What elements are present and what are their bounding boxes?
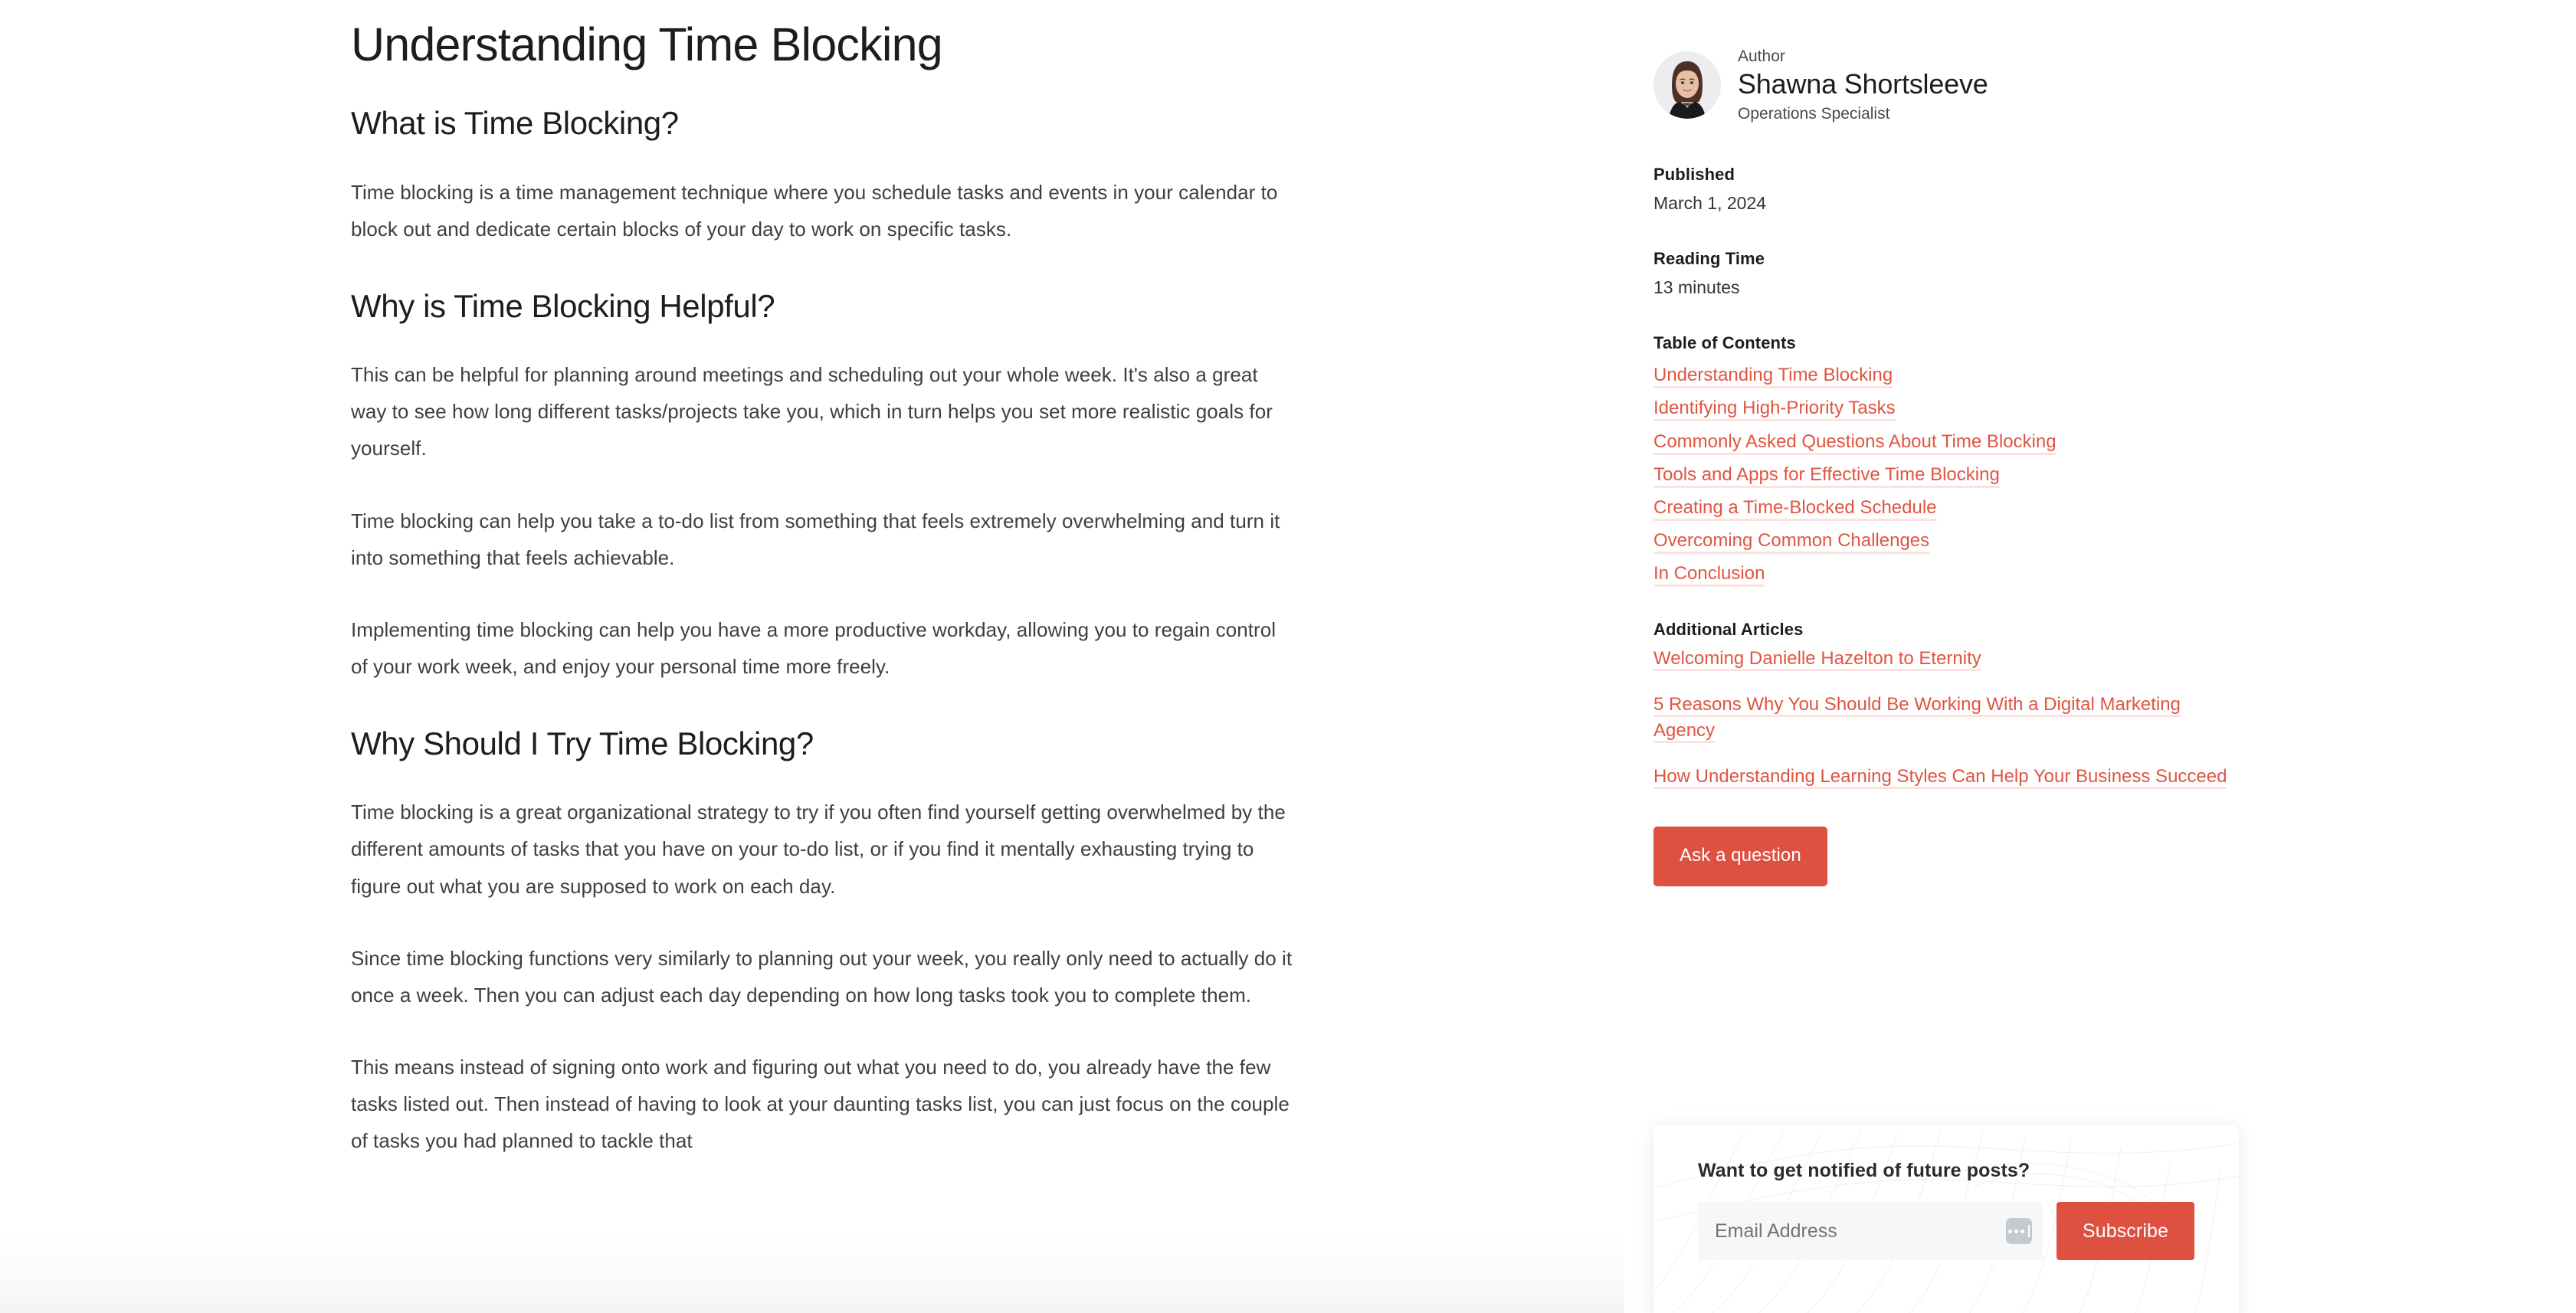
article-content: Understanding Time Blocking What is Time… [351, 0, 1293, 1159]
list-item: Understanding Time Blocking [1653, 362, 2243, 389]
list-item: In Conclusion [1653, 561, 2243, 587]
section-paragraph: Time blocking can help you take a to-do … [351, 509, 1280, 569]
subscribe-title: Want to get notified of future posts? [1698, 1160, 2030, 1181]
autofill-dots-icon[interactable] [2005, 1218, 2032, 1244]
additional-article-link[interactable]: Welcoming Danielle Hazelton to Eternity [1653, 648, 1981, 672]
list-item: Welcoming Danielle Hazelton to Eternity [1653, 646, 2243, 672]
subscribe-inner: Want to get notified of future posts? Su… [1653, 1125, 2239, 1260]
article-section-1: What is Time Blocking? Time blocking is … [351, 104, 1293, 247]
article-section-3: Why Should I Try Time Blocking? Time blo… [351, 725, 1293, 1159]
toc-link[interactable]: Commonly Asked Questions About Time Bloc… [1653, 431, 2057, 455]
toc-link[interactable]: Overcoming Common Challenges [1653, 529, 1930, 554]
published-date: March 1, 2024 [1653, 192, 1767, 213]
list-item: Overcoming Common Challenges [1653, 528, 2243, 554]
reading-time-label: Reading Time [1653, 249, 1765, 269]
reading-time-block: Reading Time 13 minutes [1653, 249, 2243, 300]
list-item: Identifying High-Priority Tasks [1653, 395, 2243, 422]
section-paragraph: Time blocking is a time management techn… [351, 180, 1278, 241]
toc-link[interactable]: Identifying High-Priority Tasks [1653, 398, 1896, 422]
subscribe-button[interactable]: Subscribe [2056, 1202, 2194, 1260]
table-of-contents: Table of Contents Understanding Time Blo… [1653, 333, 2243, 587]
page-title: Understanding Time Blocking [351, 18, 943, 70]
additional-article-link[interactable]: 5 Reasons Why You Should Be Working With… [1653, 694, 2181, 744]
toc-link[interactable]: In Conclusion [1653, 562, 1765, 587]
additional-articles: Additional Articles Welcoming Danielle H… [1653, 620, 2243, 790]
author-label: Author [1738, 47, 1785, 65]
author-name: Shawna Shortsleeve [1738, 68, 1988, 100]
toc-link[interactable]: Creating a Time-Blocked Schedule [1653, 496, 1937, 521]
published-label: Published [1653, 164, 1735, 184]
article-sidebar: Author Shawna Shortsleeve Operations Spe… [1653, 46, 2243, 887]
additional-articles-list: Welcoming Danielle Hazelton to Eternity … [1653, 646, 2243, 790]
section-paragraph: Time blocking is a great organizational … [351, 801, 1286, 898]
list-item: 5 Reasons Why You Should Be Working With… [1653, 692, 2243, 744]
email-field-wrapper [1698, 1202, 2043, 1260]
toc-link[interactable]: Understanding Time Blocking [1653, 365, 1893, 389]
section-heading: Why is Time Blocking Helpful? [351, 287, 775, 324]
section-paragraph: Implementing time blocking can help you … [351, 617, 1277, 678]
published-block: Published March 1, 2024 [1653, 165, 2243, 215]
article-section-2: Why is Time Blocking Helpful? This can b… [351, 287, 1293, 685]
content-fade-overlay [0, 1229, 1624, 1313]
list-item: How Understanding Learning Styles Can He… [1653, 764, 2243, 790]
author-role: Operations Specialist [1738, 104, 1890, 123]
author-block: Author Shawna Shortsleeve Operations Spe… [1653, 46, 2243, 125]
toc-list: Understanding Time Blocking Identifying … [1653, 362, 2243, 587]
list-item: Commonly Asked Questions About Time Bloc… [1653, 429, 2243, 455]
article-page: Understanding Time Blocking What is Time… [0, 0, 2576, 1313]
avatar [1653, 51, 1721, 120]
additional-articles-heading: Additional Articles [1653, 620, 1804, 640]
email-input[interactable] [1698, 1202, 2043, 1260]
subscribe-form: Subscribe [1698, 1202, 2194, 1260]
section-paragraph: This means instead of signing onto work … [351, 1055, 1290, 1152]
reading-time-value: 13 minutes [1653, 277, 1740, 298]
section-paragraph: This can be helpful for planning around … [351, 363, 1273, 460]
section-heading: Why Should I Try Time Blocking? [351, 725, 814, 761]
additional-article-link[interactable]: How Understanding Learning Styles Can He… [1653, 766, 2227, 790]
toc-link[interactable]: Tools and Apps for Effective Time Blocki… [1653, 463, 2000, 488]
list-item: Creating a Time-Blocked Schedule [1653, 495, 2243, 521]
subscribe-card: Want to get notified of future posts? Su… [1653, 1125, 2239, 1313]
author-meta: Author Shawna Shortsleeve Operations Spe… [1738, 46, 1988, 125]
list-item: Tools and Apps for Effective Time Blocki… [1653, 462, 2243, 488]
ask-a-question-button[interactable]: Ask a question [1653, 827, 1827, 887]
toc-heading: Table of Contents [1653, 333, 1796, 353]
section-heading: What is Time Blocking? [351, 105, 679, 142]
section-paragraph: Since time blocking functions very simil… [351, 946, 1293, 1007]
